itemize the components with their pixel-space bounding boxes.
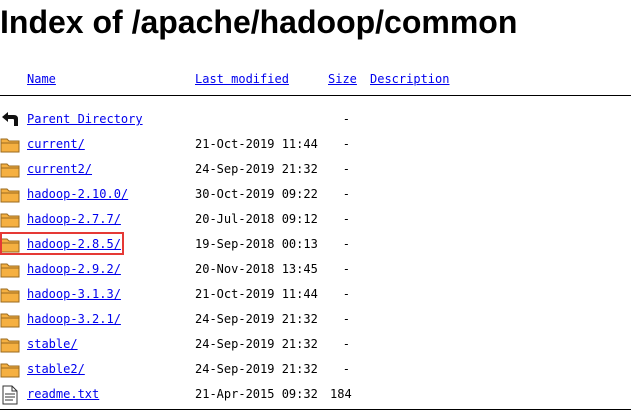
footer-divider: [0, 409, 631, 410]
last-modified-cell: 20-Jul-2018 09:12: [195, 212, 318, 226]
last-modified-cell: 21-Oct-2019 11:44: [195, 287, 318, 301]
file-link[interactable]: stable/: [27, 337, 78, 351]
folder-icon: [0, 213, 20, 228]
size-cell: -: [342, 287, 350, 301]
table-row: stable2/ 24-Sep-2019 21:32 -: [0, 357, 631, 382]
size-cell: -: [342, 337, 350, 351]
table-row: current2/ 24-Sep-2019 21:32 -: [0, 157, 631, 182]
last-modified-cell: 24-Sep-2019 21:32: [195, 312, 318, 326]
table-row: hadoop-2.7.7/ 20-Jul-2018 09:12 -: [0, 207, 631, 232]
selection-highlight-box: [0, 232, 124, 255]
last-modified-cell: 20-Nov-2018 13:45: [195, 262, 318, 276]
folder-icon: [0, 313, 20, 328]
file-link[interactable]: Parent Directory: [27, 112, 143, 126]
size-cell: -: [342, 262, 350, 276]
table-row: stable/ 24-Sep-2019 21:32 -: [0, 332, 631, 357]
size-cell: -: [342, 312, 350, 326]
size-cell: -: [342, 212, 350, 226]
table-row: hadoop-3.1.3/ 21-Oct-2019 11:44 -: [0, 282, 631, 307]
column-header-description[interactable]: Description: [370, 72, 449, 86]
text-file-icon: [2, 385, 18, 405]
folder-icon: [0, 188, 20, 203]
file-link[interactable]: hadoop-3.2.1/: [27, 312, 121, 326]
folder-icon: [0, 263, 20, 278]
size-cell: -: [342, 362, 350, 376]
table-row: readme.txt 21-Apr-2015 09:32 184: [0, 382, 631, 407]
column-header-size[interactable]: Size: [328, 72, 357, 86]
file-link[interactable]: hadoop-2.9.2/: [27, 262, 121, 276]
size-cell: -: [342, 237, 350, 251]
header-divider: [0, 95, 631, 96]
column-header-last-modified[interactable]: Last modified: [195, 72, 289, 86]
size-cell: -: [342, 162, 350, 176]
size-cell: -: [342, 112, 350, 126]
last-modified-cell: 19-Sep-2018 00:13: [195, 237, 318, 251]
last-modified-cell: 21-Apr-2015 09:32: [195, 387, 318, 401]
folder-icon: [0, 288, 20, 303]
table-row: Parent Directory -: [0, 107, 631, 132]
file-link[interactable]: current/: [27, 137, 85, 151]
parent-directory-icon: [2, 112, 18, 126]
page-title: Index of /apache/hadoop/common: [0, 4, 518, 40]
folder-icon: [0, 138, 20, 153]
size-cell: -: [342, 187, 350, 201]
file-link[interactable]: readme.txt: [27, 387, 99, 401]
size-cell: -: [342, 137, 350, 151]
folder-icon: [0, 163, 20, 178]
column-header-name[interactable]: Name: [27, 72, 56, 86]
last-modified-cell: 24-Sep-2019 21:32: [195, 337, 318, 351]
file-link[interactable]: stable2/: [27, 362, 85, 376]
last-modified-cell: 24-Sep-2019 21:32: [195, 362, 318, 376]
table-row: current/ 21-Oct-2019 11:44 -: [0, 132, 631, 157]
size-cell: 184: [330, 387, 352, 401]
folder-icon: [0, 338, 20, 353]
last-modified-cell: 24-Sep-2019 21:32: [195, 162, 318, 176]
file-link[interactable]: hadoop-3.1.3/: [27, 287, 121, 301]
file-link[interactable]: hadoop-2.10.0/: [27, 187, 128, 201]
table-row: hadoop-2.9.2/ 20-Nov-2018 13:45 -: [0, 257, 631, 282]
folder-icon: [0, 363, 20, 378]
file-link[interactable]: current2/: [27, 162, 92, 176]
table-row: hadoop-2.10.0/ 30-Oct-2019 09:22 -: [0, 182, 631, 207]
table-row: hadoop-3.2.1/ 24-Sep-2019 21:32 -: [0, 307, 631, 332]
last-modified-cell: 30-Oct-2019 09:22: [195, 187, 318, 201]
file-link[interactable]: hadoop-2.7.7/: [27, 212, 121, 226]
last-modified-cell: 21-Oct-2019 11:44: [195, 137, 318, 151]
